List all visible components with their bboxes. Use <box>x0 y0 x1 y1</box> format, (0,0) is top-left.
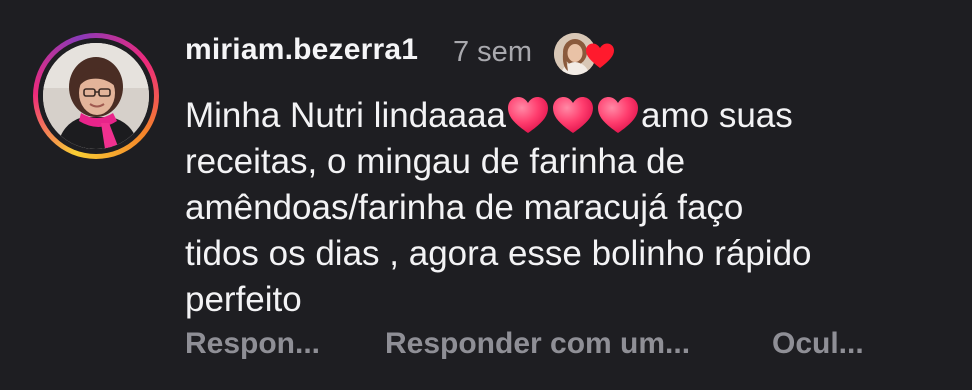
username[interactable]: miriam.bezerra1 <box>185 33 418 67</box>
comment-text: Minha Nutri lindaaaa amo suas receitas, o… <box>185 93 925 323</box>
red-heart-icon <box>586 43 614 68</box>
pink-heart-emoji-icon <box>508 97 549 133</box>
comment-line-5: perfeito <box>185 280 302 319</box>
pink-heart-emoji-icon <box>598 97 639 133</box>
comment-line-3: amêndoas/farinha de maracujá faço <box>185 188 744 227</box>
avatar-story-ring[interactable] <box>33 33 159 159</box>
avatar <box>43 43 149 149</box>
reply-button[interactable]: Respon... <box>185 327 320 361</box>
profile-photo-icon <box>43 43 149 149</box>
comment-line-2: receitas, o mingau de farinha de <box>185 142 686 181</box>
reply-with-button[interactable]: Responder com um... <box>385 327 690 361</box>
liked-by-author-badge <box>554 33 618 77</box>
timestamp: 7 sem <box>453 36 532 68</box>
comment-item: miriam.bezerra1 7 sem Minha Nutri lindaa… <box>0 0 972 390</box>
comment-line-1: Minha Nutri lindaaaa amo suas <box>185 93 925 139</box>
comment-line-1-end: amo suas <box>641 96 793 135</box>
pink-heart-emoji-icon <box>553 97 594 133</box>
hide-button[interactable]: Ocul... <box>772 327 864 361</box>
avatar-ring-gap <box>38 38 154 154</box>
comment-line-1-start: Minha Nutri lindaaaa <box>185 96 507 135</box>
comment-line-4: tidos os dias , agora esse bolinho rápid… <box>185 234 812 273</box>
